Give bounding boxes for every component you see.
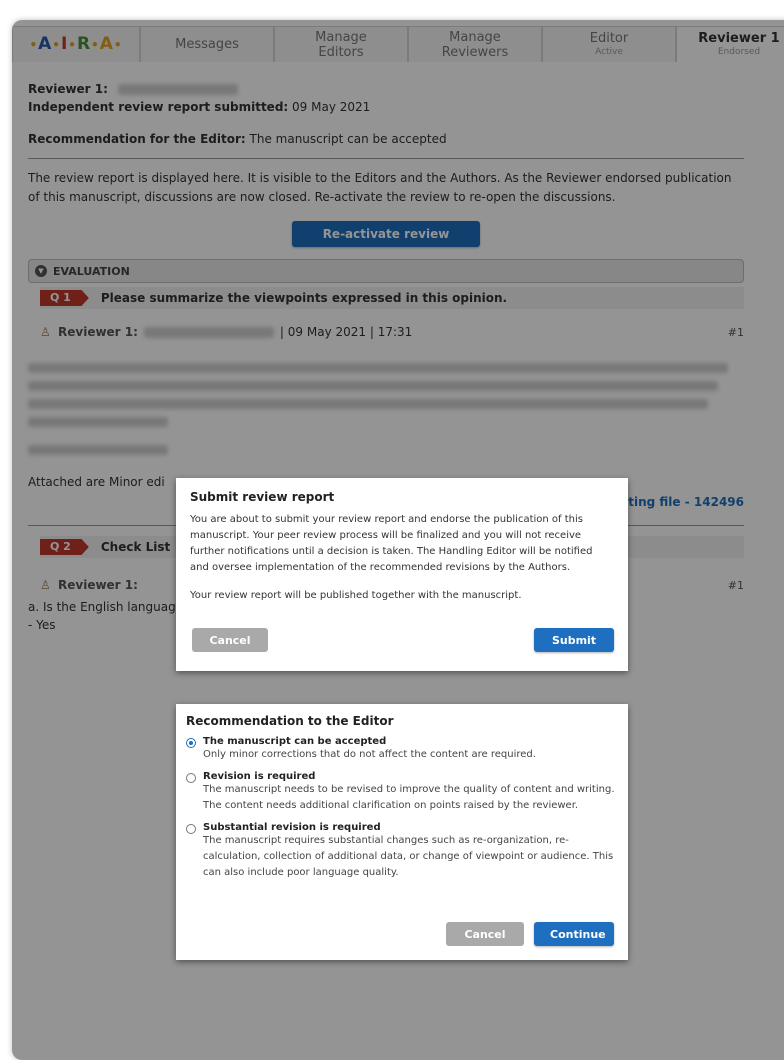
- submit-modal-title: Submit review report: [190, 490, 335, 504]
- radio-substantial-revision[interactable]: [186, 824, 196, 834]
- recommendation-title: Recommendation to the Editor: [186, 714, 394, 728]
- option-substantial-revision[interactable]: Substantial revision is required The man…: [186, 822, 618, 881]
- radio-accept[interactable]: [186, 738, 196, 748]
- option-accept[interactable]: The manuscript can be accepted Only mino…: [186, 736, 618, 763]
- recommendation-modal: Recommendation to the Editor The manuscr…: [176, 704, 628, 960]
- option-revision[interactable]: Revision is required The manuscript need…: [186, 771, 618, 814]
- submit-modal-body: You are about to submit your review repo…: [190, 514, 593, 573]
- continue-button[interactable]: Continue: [534, 922, 614, 946]
- radio-revision[interactable]: [186, 773, 196, 783]
- submit-review-modal: Submit review report You are about to su…: [176, 478, 628, 671]
- cancel-button[interactable]: Cancel: [192, 628, 268, 652]
- recommendation-cancel-button[interactable]: Cancel: [446, 922, 524, 946]
- submit-button[interactable]: Submit: [534, 628, 614, 652]
- submit-modal-note: Your review report will be published tog…: [190, 590, 522, 601]
